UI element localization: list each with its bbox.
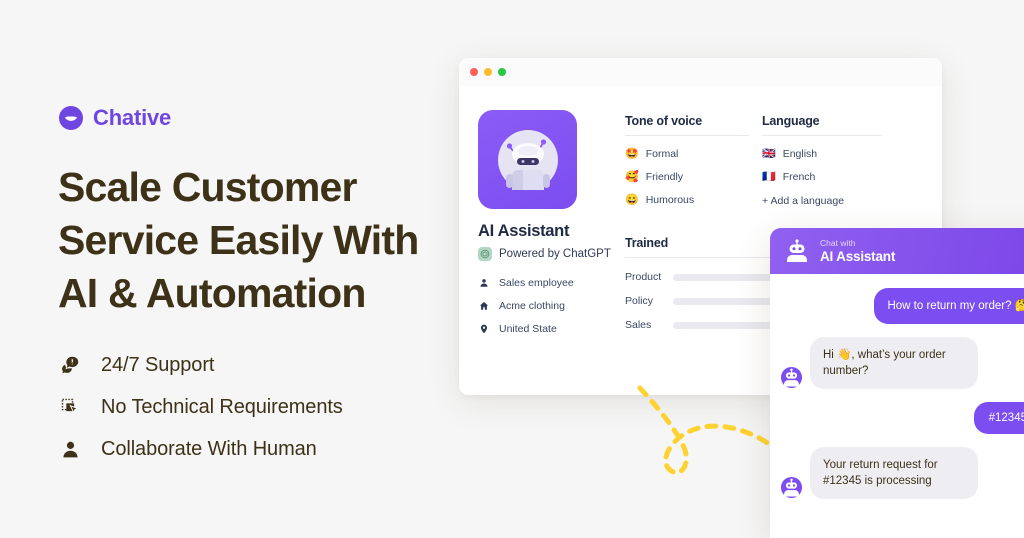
divider xyxy=(762,135,882,136)
chat-message-user: #12345 xyxy=(780,402,1024,434)
attribute-role: Sales employee xyxy=(478,277,625,289)
language-label: French xyxy=(782,171,816,183)
location-pin-icon xyxy=(478,324,489,334)
hero-section: Chative Scale Customer Service Easily Wi… xyxy=(58,105,478,461)
chat-header-text: Chat with AI Assistant xyxy=(820,238,1014,265)
attribute-location: United State xyxy=(478,323,625,335)
tone-option-friendly[interactable]: 🥰 Friendly xyxy=(625,171,762,183)
window-maximize-dot[interactable] xyxy=(498,68,506,76)
feature-label: 24/7 Support xyxy=(101,353,215,376)
add-language-link[interactable]: + Add a language xyxy=(762,195,942,207)
emoji-icon: 🥰 xyxy=(625,170,639,183)
trained-label: Product xyxy=(625,271,662,283)
message-bubble: #12345 xyxy=(973,402,1024,434)
chat-title: AI Assistant xyxy=(820,248,896,264)
chat-widget: Chat with AI Assistant How to return my … xyxy=(770,228,1024,538)
bot-avatar-icon xyxy=(780,366,803,389)
section-title: Tone of voice xyxy=(625,114,703,128)
tone-option-humorous[interactable]: 😄 Humorous xyxy=(625,194,762,206)
person-icon xyxy=(478,278,489,288)
divider xyxy=(625,135,749,136)
message-bubble: Your return request for #12345 is proces… xyxy=(810,447,978,499)
assistant-name: AI Assistant xyxy=(478,222,570,240)
feature-item-no-technical: No Technical Requirements xyxy=(58,395,478,419)
tone-label: Friendly xyxy=(645,171,684,183)
message-bubble: How to return my order? 🤔 xyxy=(874,288,1024,324)
chat-subtitle: Chat with xyxy=(820,237,856,248)
person-icon xyxy=(58,437,82,461)
window-titlebar xyxy=(459,58,942,86)
chat-message-list: How to return my order? 🤔 Hi 👋, what’s y… xyxy=(770,274,1024,499)
home-icon xyxy=(478,301,489,311)
window-minimize-dot[interactable] xyxy=(484,68,492,76)
tone-label: Humorous xyxy=(645,194,695,206)
attribute-company: Acme clothing xyxy=(478,300,625,312)
language-option-english[interactable]: 🇬🇧 English xyxy=(762,148,942,160)
chative-logo-icon xyxy=(58,105,84,131)
click-cursor-icon xyxy=(58,395,82,419)
tone-and-trained-column: Tone of voice 🤩 Formal 🥰 Friendly 😄 Humo… xyxy=(625,110,925,335)
powered-by-row: Powered by ChatGPT xyxy=(478,247,625,261)
tone-of-voice-section: Tone of voice 🤩 Formal 🥰 Friendly 😄 Humo… xyxy=(625,114,762,206)
chat-message-user: How to return my order? 🤔 xyxy=(780,288,1024,324)
chat-message-bot: Hi 👋, what’s your order number? xyxy=(780,337,1024,389)
section-title: Trained xyxy=(625,236,669,250)
chatgpt-icon xyxy=(478,247,492,261)
chat-message-bot: Your return request for #12345 is proces… xyxy=(780,447,1024,499)
assistant-attributes: Sales employee Acme clothing United Stat… xyxy=(478,277,625,335)
window-close-dot[interactable] xyxy=(470,68,478,76)
flag-icon: 🇫🇷 xyxy=(762,170,776,183)
feature-item-collaborate: Collaborate With Human xyxy=(58,437,478,461)
tone-label: Formal xyxy=(645,148,679,160)
trained-label: Policy xyxy=(625,295,654,307)
trained-label: Sales xyxy=(625,319,652,331)
flag-icon: 🇬🇧 xyxy=(762,147,776,160)
trained-section: Trained Product Policy Sales xyxy=(625,236,925,331)
feature-list: 24/7 Support No Technical Requirements C… xyxy=(58,353,478,461)
section-title: Language xyxy=(762,114,820,128)
page-title: Scale Customer Service Easily With AI & … xyxy=(58,164,419,316)
feature-label: Collaborate With Human xyxy=(101,437,317,460)
attribute-label: Acme clothing xyxy=(499,300,565,312)
tone-option-formal[interactable]: 🤩 Formal xyxy=(625,148,762,160)
robot-avatar-icon xyxy=(478,110,577,209)
brand-name: Chative xyxy=(93,105,172,130)
powered-by-label: Powered by ChatGPT xyxy=(499,248,611,260)
robot-avatar-icon xyxy=(784,238,810,264)
bot-avatar-icon xyxy=(780,476,803,499)
emoji-icon: 😄 xyxy=(625,193,639,206)
feature-item-support: 24/7 Support xyxy=(58,353,478,377)
emoji-icon: 🤩 xyxy=(625,147,639,160)
language-label: English xyxy=(782,148,818,160)
assistant-profile: AI Assistant Powered by ChatGPT Sales em… xyxy=(478,110,625,335)
attribute-label: United State xyxy=(499,323,557,335)
language-option-french[interactable]: 🇫🇷 French xyxy=(762,171,942,183)
message-bubble: Hi 👋, what’s your order number? xyxy=(810,337,978,389)
attribute-label: Sales employee xyxy=(499,277,574,289)
chat-header: Chat with AI Assistant xyxy=(770,228,1024,274)
chat-question-icon xyxy=(58,353,82,377)
feature-label: No Technical Requirements xyxy=(101,395,343,418)
brand-logo[interactable]: Chative xyxy=(58,105,478,131)
